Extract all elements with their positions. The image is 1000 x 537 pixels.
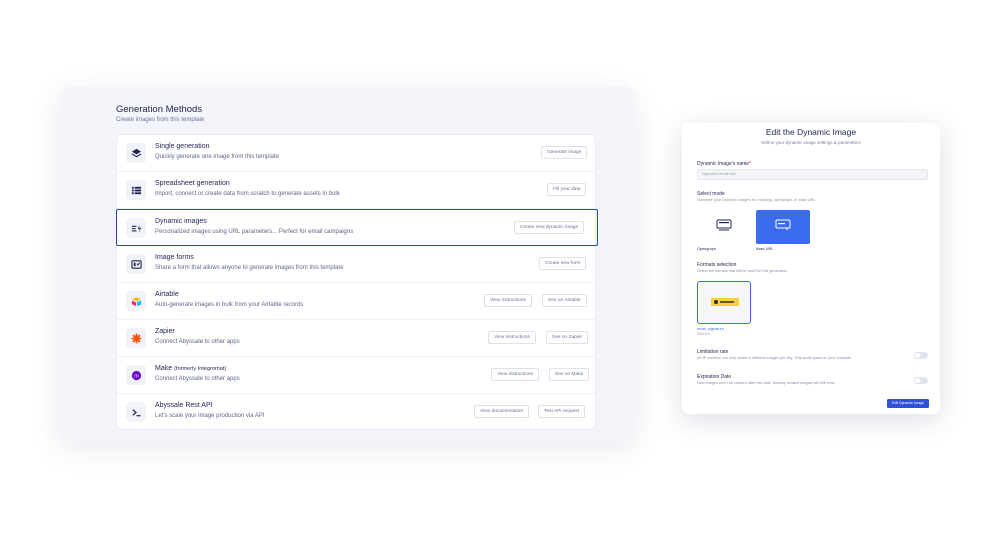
view-documentation-button[interactable]: View documentation (474, 405, 530, 418)
create-new-dynamic-image-button[interactable]: Create new dynamic image (514, 221, 585, 234)
thumbnail-avatar (714, 300, 718, 304)
method-description: Share a form that allows anyone to gener… (155, 264, 344, 271)
mode-base-url-tile[interactable] (756, 210, 810, 244)
method-row-single-generation: Single generation Quickly generate one i… (117, 135, 597, 172)
thumbnail-text (720, 301, 734, 303)
create-new-form-button[interactable]: Create new form (539, 257, 587, 270)
method-row-dynamic-images[interactable]: Dynamic images Personalized images using… (116, 209, 598, 246)
expiration-date-help: New images won't be created after this d… (697, 381, 836, 385)
formats-selection-label: Formats selection (697, 262, 737, 268)
method-name: Single generation (155, 143, 210, 150)
method-row-zapier: Zapier Connect Abyssale to other apps Vi… (117, 320, 597, 357)
dynamic-image-name-input[interactable]: Signature email test (697, 169, 928, 180)
method-name: Airtable (155, 291, 179, 298)
toggle-knob (915, 353, 920, 358)
method-description: Quickly generate one image from this tem… (155, 153, 280, 160)
expiration-date-toggle[interactable] (914, 377, 928, 384)
mode-base-url-label: Base URL (756, 247, 774, 251)
generation-methods-subtitle: Create images from this template (116, 117, 205, 123)
form-icon (126, 254, 146, 274)
method-description: Personalized images using URL parameters… (155, 228, 354, 235)
select-mode-label: Select mode (697, 191, 725, 197)
list-icon (126, 180, 146, 200)
see-on-airtable-button[interactable]: See on Airtable (542, 294, 587, 307)
format-card-email-signature[interactable] (697, 281, 751, 324)
format-name: email_signature (697, 327, 724, 331)
method-row-rest-api: Abyssale Rest API Let's scale your image… (117, 394, 597, 431)
dialog-title: Edit the Dynamic Image (765, 127, 857, 137)
opengraph-icon (716, 218, 732, 236)
method-description: Connect Abyssale to other apps (155, 338, 240, 345)
limitation-rate-toggle[interactable] (914, 352, 928, 359)
edit-dynamic-image-button[interactable]: Edit Dynamic Image (887, 399, 929, 408)
airtable-logo-icon (126, 291, 146, 311)
view-instructions-button[interactable]: View instructions (488, 331, 536, 344)
method-name-suffix: (formerly Integromat) (174, 366, 227, 372)
generation-methods-title: Generation Methods (116, 104, 203, 115)
zapier-logo-icon (126, 328, 146, 348)
dialog-subtitle: Define your dynamic image settings & par… (761, 140, 861, 145)
mode-opengraph-label: Opengraph (697, 247, 716, 251)
generation-methods-panel: Generation Methods Create images from th… (60, 86, 634, 441)
method-name: Make (formerly Integromat) (155, 365, 226, 372)
layers-icon (126, 143, 146, 163)
format-size: 600x160 (697, 332, 710, 336)
method-name-text: Make (155, 365, 173, 372)
method-name: Zapier (155, 328, 175, 335)
method-name: Spreadsheet generation (155, 180, 230, 187)
name-label-text: Dynamic Image's name (697, 161, 750, 167)
method-row-spreadsheet-generation: Spreadsheet generation Import, connect o… (117, 172, 597, 209)
generate-image-button[interactable]: Generate image (541, 146, 588, 159)
name-label: Dynamic Image's name* (697, 161, 751, 167)
formats-selection-help: Select the formats that will be used for… (697, 269, 788, 273)
dynamic-image-icon (126, 218, 146, 238)
methods-list: Single generation Quickly generate one i… (116, 134, 598, 431)
required-marker: * (749, 161, 752, 167)
method-name: Image forms (155, 254, 194, 261)
svg-text:m: m (134, 373, 139, 379)
limitation-rate-label: Limitation rate (697, 349, 729, 355)
edit-dynamic-image-dialog: Edit the Dynamic Image Define your dynam… (682, 123, 940, 414)
test-api-request-button[interactable]: Test API request (538, 405, 585, 418)
mode-opengraph-tile[interactable] (697, 210, 751, 244)
method-name: Dynamic images (155, 218, 207, 225)
method-row-image-forms: Image forms Share a form that allows any… (117, 246, 597, 283)
method-description: Connect Abyssale to other apps (155, 375, 240, 382)
terminal-icon (126, 402, 146, 422)
method-name: Abyssale Rest API (155, 402, 213, 409)
method-row-make: m Make (formerly Integromat) Connect Aby… (117, 357, 597, 394)
see-on-make-button[interactable]: See on Make (549, 368, 590, 381)
method-description: Auto-generate images in bulk from your A… (155, 301, 304, 308)
fill-your-data-button[interactable]: Fill your data (547, 183, 587, 196)
limitation-rate-help: An IP address can only create 5 differen… (697, 356, 852, 360)
select-mode-help: Generate your Dynamic image's for emaili… (697, 198, 816, 202)
make-logo-icon: m (126, 365, 146, 385)
see-on-zapier-button[interactable]: See on Zapier (546, 331, 589, 344)
method-description: Let's scale your image production via AP… (155, 412, 265, 419)
format-thumbnail (711, 298, 739, 306)
toggle-knob (915, 378, 920, 383)
method-row-airtable: Airtable Auto-generate images in bulk fr… (117, 283, 597, 320)
expiration-date-label: Expiration Date (697, 374, 732, 380)
base-url-icon (775, 218, 791, 236)
method-description: Import, connect or create data from scra… (155, 190, 340, 197)
view-instructions-button[interactable]: View instructions (484, 294, 532, 307)
view-instructions-button[interactable]: View instructions (491, 368, 539, 381)
